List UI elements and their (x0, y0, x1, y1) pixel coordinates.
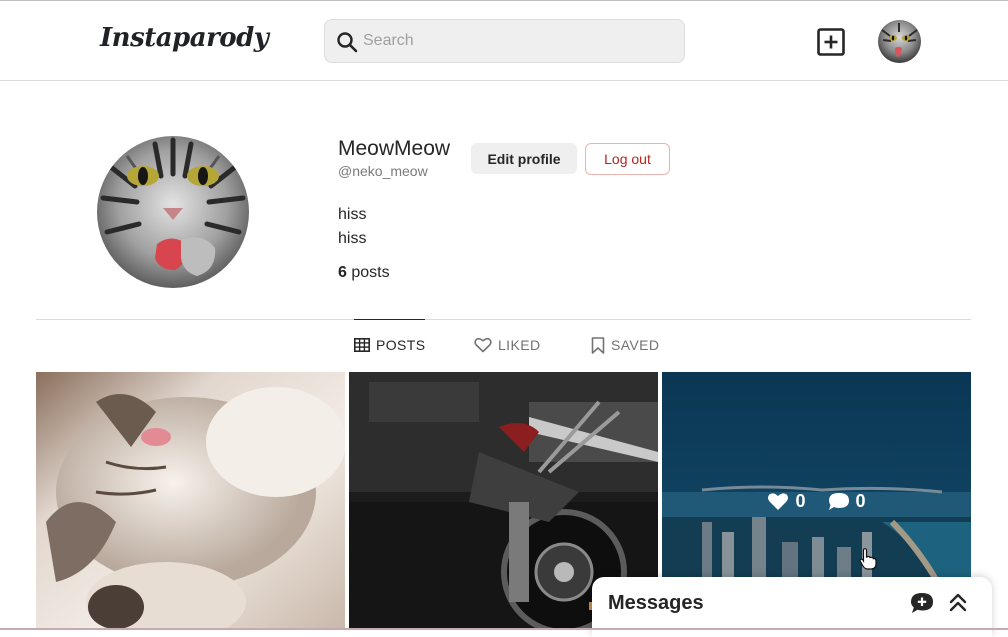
search-input[interactable] (363, 28, 663, 54)
app-logo[interactable]: Instaparody (100, 23, 269, 53)
comments-count: 0 (855, 490, 866, 511)
posts-count-label: posts (351, 264, 390, 281)
grid-icon (354, 337, 370, 352)
messages-title: Messages (608, 592, 704, 614)
pointer-cursor-icon (859, 548, 877, 570)
new-message-icon[interactable] (910, 592, 934, 614)
profile-display-name: MeowMeow (338, 137, 451, 160)
cat-profile-image (97, 136, 249, 288)
likes-count: 0 (795, 490, 806, 511)
tab-saved-label: SAVED (611, 337, 660, 353)
comments-stat: 0 (828, 491, 866, 512)
likes-stat: 0 (767, 490, 806, 512)
tab-posts[interactable]: POSTS (354, 319, 426, 369)
bio-line: hiss (338, 230, 367, 247)
top-navbar: Instaparody (0, 1, 1008, 81)
search-icon (337, 32, 358, 53)
tab-liked-label: LIKED (498, 337, 541, 353)
posts-count: 6 posts (338, 264, 390, 282)
profile-bio: hiss hiss (338, 203, 366, 251)
heart-filled-icon (768, 492, 789, 510)
comment-filled-icon (828, 492, 849, 510)
bio-line: hiss (338, 206, 367, 223)
tab-posts-label: POSTS (376, 336, 426, 353)
new-post-plus-icon[interactable] (816, 27, 846, 57)
post-thumbnail[interactable] (36, 372, 345, 630)
profile-handle: @neko_meow (338, 163, 428, 179)
user-avatar-button[interactable] (878, 20, 921, 63)
bookmark-icon (591, 336, 605, 354)
profile-picture[interactable] (97, 136, 249, 288)
kitten-photo (36, 372, 345, 630)
search-bar[interactable] (324, 19, 685, 63)
tab-liked[interactable]: LIKED (474, 320, 540, 370)
edit-profile-button[interactable]: Edit profile (471, 143, 577, 174)
heart-outline-icon (474, 337, 492, 353)
chevrons-up-icon[interactable] (948, 592, 968, 614)
posts-count-number: 6 (338, 264, 347, 281)
tab-saved[interactable]: SAVED (591, 320, 659, 370)
logout-button[interactable]: Log out (585, 143, 670, 175)
cat-avatar-image (878, 20, 921, 63)
